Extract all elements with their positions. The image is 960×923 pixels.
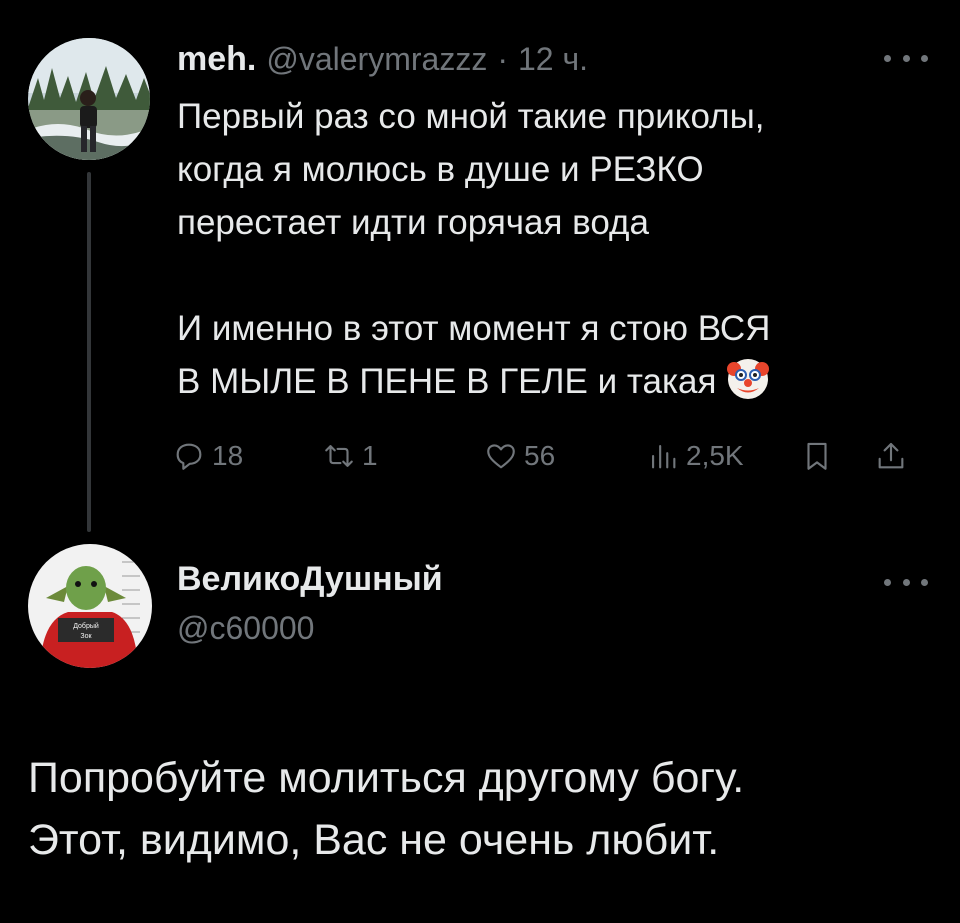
more-horizontal-icon[interactable]: [884, 572, 928, 592]
meta-separator: ·: [497, 41, 508, 77]
views-button[interactable]: 2,5K: [646, 434, 744, 478]
tweet-text-line: когда я молюсь в душе и РЕЗКО: [177, 150, 704, 189]
reply-icon: [176, 443, 202, 470]
retweet-count: 1: [362, 440, 378, 471]
tweet-text-line: Первый раз со мной такие приколы,: [177, 97, 765, 136]
avatar-sign-line1: Добрый: [73, 622, 99, 630]
views-count: 2,5K: [686, 440, 744, 471]
avatar-mugshot: Добрый Зок: [28, 544, 152, 668]
heart-icon: [487, 444, 515, 469]
reply-text-line: Этот, видимо, Вас не очень любит.: [28, 816, 720, 864]
share-button[interactable]: [874, 434, 908, 478]
author-handle[interactable]: @valerymrazzz: [266, 41, 487, 78]
tweet-header: meh. @valerymrazzz · 12 ч.: [177, 40, 588, 80]
tweet-text-line: И именно в этот момент я стою ВСЯ: [177, 309, 771, 348]
bookmark-button[interactable]: [800, 434, 834, 478]
reply-count: 18: [212, 440, 244, 471]
tweet-time[interactable]: 12 ч.: [518, 41, 588, 78]
avatar-sign-line2: Зок: [80, 633, 92, 640]
like-button[interactable]: 56: [484, 434, 555, 478]
avatar-photo: [28, 38, 150, 160]
author-name[interactable]: meh.: [177, 40, 256, 79]
retweet-icon: [325, 445, 353, 467]
reply-author-handle[interactable]: @c60000: [177, 610, 314, 647]
thread-line: [87, 172, 91, 532]
retweet-button[interactable]: 1: [322, 434, 378, 478]
tweet-text-line-with-emoji: В МЫЛЕ В ПЕНЕ В ГЕЛЕ и такая: [177, 355, 937, 408]
reply-button[interactable]: 18: [172, 434, 243, 478]
like-count: 56: [524, 440, 556, 471]
reply-text: Попробуйте молиться другому богу. Этот, …: [28, 747, 928, 871]
clown-face-icon: [726, 357, 770, 401]
reply-text-line: Попробуйте молиться другому богу.: [28, 754, 745, 802]
tweet-text-line: В МЫЛЕ В ПЕНЕ В ГЕЛЕ и такая: [177, 362, 717, 401]
tweet-thread: meh. @valerymrazzz · 12 ч. Первый раз со…: [0, 0, 960, 923]
author-avatar[interactable]: [28, 38, 150, 160]
bookmark-icon: [807, 442, 827, 470]
reply-author-name[interactable]: ВеликоДушный: [177, 560, 443, 599]
reply-author-avatar[interactable]: Добрый Зок: [28, 544, 152, 668]
tweet-actions: 18 1 56 2,5K: [172, 434, 934, 478]
more-horizontal-icon[interactable]: [884, 48, 928, 68]
tweet-text-line: перестает идти горячая вода: [177, 203, 649, 242]
views-icon: [652, 445, 676, 469]
tweet-text: Первый раз со мной такие приколы, когда …: [177, 90, 937, 408]
share-icon: [878, 442, 904, 469]
